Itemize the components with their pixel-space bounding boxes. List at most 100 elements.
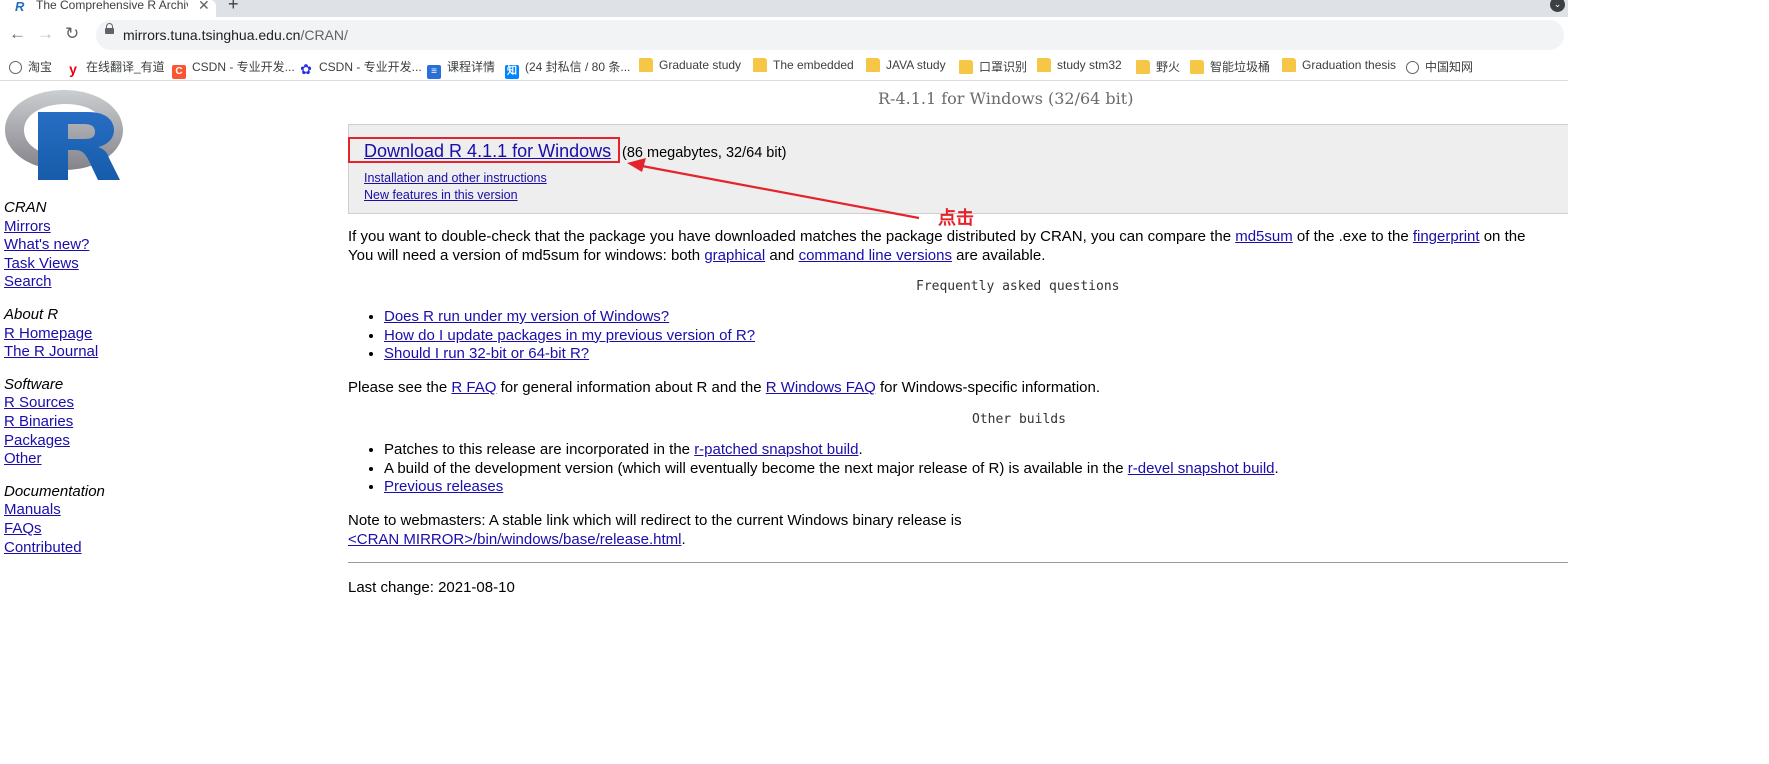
address-bar[interactable]: mirrors.tuna.tsinghua.edu.cn/CRAN/ [96, 20, 1564, 50]
faq-link-32-or-64-bit[interactable]: Should I run 32-bit or 64-bit R? [384, 345, 589, 362]
other-builds-heading: Other builds [972, 412, 1066, 427]
folder-icon [866, 58, 880, 72]
active-tab[interactable]: R The Comprehensive R Archive ✕ [0, 0, 216, 17]
sidebar-heading: Software [4, 375, 64, 393]
fingerprint-link[interactable]: fingerprint [1413, 228, 1480, 245]
bookmark-label: (24 封私信 / 80 条... [525, 60, 631, 74]
new-features-link[interactable]: New features in this version [364, 188, 518, 202]
text: If you want to double-check that the pac… [348, 228, 1236, 245]
md5sum-link[interactable]: md5sum [1235, 228, 1293, 245]
tab-close-icon[interactable]: ✕ [198, 0, 210, 14]
bookmark-csdn-1[interactable]: C CSDN - 专业开发... [172, 58, 295, 79]
browser-toolbar: ← → ↻ mirrors.tuna.tsinghua.edu.cn/CRAN/ [0, 17, 1568, 54]
sidebar-link-r-sources[interactable]: R Sources [4, 394, 204, 413]
r-patched-snapshot-link[interactable]: r-patched snapshot build [694, 441, 858, 458]
list-item: Previous releases [384, 478, 1279, 497]
list-item: Patches to this release are incorporated… [384, 441, 1279, 460]
bookmark-zhihu[interactable]: 知 (24 封私信 / 80 条... [505, 58, 631, 79]
back-arrow-icon[interactable]: ← [9, 24, 26, 44]
tab-title: The Comprehensive R Archive [36, 0, 188, 12]
r-windows-faq-link[interactable]: R Windows FAQ [766, 379, 876, 396]
list-item: How do I update packages in my previous … [384, 327, 755, 346]
bookmark-folder-graduate-study[interactable]: Graduate study [639, 58, 741, 76]
webmaster-note: Note to webmasters: A stable link which … [348, 512, 962, 549]
lock-icon[interactable] [105, 23, 114, 34]
bookmark-cnki[interactable]: 中国知网 [1406, 58, 1473, 76]
bookmark-youdao[interactable]: y 在线翻译_有道 [66, 58, 165, 76]
bookmark-folder-mask[interactable]: 口罩识别 [959, 58, 1027, 76]
text: Note to webmasters: A stable link which … [348, 512, 962, 529]
baidu-paw-icon: ✿ [300, 61, 312, 77]
sidebar-group-documentation: Documentation Manuals FAQs Contributed [4, 483, 204, 557]
faq-list: Does R run under my version of Windows? … [348, 308, 755, 364]
course-icon: ≡ [427, 65, 441, 79]
folder-icon [1136, 60, 1150, 74]
bookmark-folder-stm32[interactable]: study stm32 [1037, 58, 1122, 76]
tab-search-icon[interactable]: ⌄ [1550, 0, 1565, 12]
other-builds-list: Patches to this release are incorporated… [348, 441, 1279, 497]
folder-icon [1190, 60, 1204, 74]
new-tab-icon[interactable]: + [228, 0, 239, 15]
sidebar-link-contributed[interactable]: Contributed [4, 539, 204, 558]
r-favicon-icon: R [15, 0, 25, 14]
sidebar-link-manuals[interactable]: Manuals [4, 501, 204, 520]
sidebar-link-packages[interactable]: Packages [4, 432, 204, 451]
sidebar-nav: CRAN Mirrors What's new? Task Views Sear… [4, 199, 204, 571]
release-html-link[interactable]: <CRAN MIRROR>/bin/windows/base/release.h… [348, 531, 681, 548]
sidebar-link-faqs[interactable]: FAQs [4, 520, 204, 539]
bookmark-csdn-2[interactable]: ✿ CSDN - 专业开发... [299, 58, 422, 76]
sidebar-link-r-homepage[interactable]: R Homepage [4, 325, 204, 344]
url-text[interactable]: mirrors.tuna.tsinghua.edu.cn/CRAN/ [123, 27, 348, 43]
sidebar-link-other[interactable]: Other [4, 450, 204, 469]
sidebar-link-mirrors[interactable]: Mirrors [4, 218, 204, 237]
bookmark-label: The embedded [773, 58, 854, 72]
bookmark-taobao[interactable]: 淘宝 [9, 58, 52, 76]
sidebar-link-whats-new[interactable]: What's new? [4, 236, 204, 255]
globe-icon [9, 61, 22, 74]
browser-window: R The Comprehensive R Archive ✕ + ⌄ ← → … [0, 0, 1568, 764]
bookmark-folder-graduation-thesis[interactable]: Graduation thesis [1282, 58, 1396, 76]
r-faq-link[interactable]: R FAQ [451, 379, 496, 396]
text: for Windows-specific information. [875, 379, 1101, 396]
bookmark-label: CSDN - 专业开发... [319, 60, 422, 74]
sidebar-link-task-views[interactable]: Task Views [4, 255, 204, 274]
bookmark-folder-smart-bin[interactable]: 智能垃圾桶 [1190, 58, 1270, 76]
faq-link-windows-version[interactable]: Does R run under my version of Windows? [384, 308, 669, 325]
faq-paragraph: Please see the R FAQ for general informa… [348, 379, 1100, 396]
previous-releases-link[interactable]: Previous releases [384, 478, 503, 495]
csdn-icon: C [172, 65, 186, 79]
installation-instructions-link[interactable]: Installation and other instructions [364, 171, 547, 185]
sidebar-link-r-binaries[interactable]: R Binaries [4, 413, 204, 432]
bookmark-label: CSDN - 专业开发... [192, 60, 295, 74]
bookmark-label: study stm32 [1057, 58, 1122, 72]
folder-icon [639, 58, 653, 72]
bookmark-label: 淘宝 [28, 60, 53, 74]
r-logo[interactable] [4, 88, 124, 183]
sidebar-link-search[interactable]: Search [4, 273, 204, 292]
last-change-text: Last change: 2021-08-10 [348, 579, 515, 596]
list-item: Does R run under my version of Windows? [384, 308, 755, 327]
text: . [681, 530, 686, 548]
bookmark-folder-embedded[interactable]: The embedded [753, 58, 854, 76]
r-devel-snapshot-link[interactable]: r-devel snapshot build [1128, 460, 1275, 477]
bookmark-label: 野火 [1156, 60, 1181, 74]
url-host: mirrors.tuna.tsinghua.edu.cn [123, 27, 301, 43]
page-title: R-4.1.1 for Windows (32/64 bit) [878, 89, 1134, 108]
faq-link-update-packages[interactable]: How do I update packages in my previous … [384, 327, 755, 344]
text: for general information about R and the [496, 379, 766, 396]
command-line-versions-link[interactable]: command line versions [799, 247, 952, 264]
sidebar-link-r-journal[interactable]: The R Journal [4, 343, 204, 362]
reload-icon[interactable]: ↻ [65, 24, 79, 44]
youdao-icon: y [69, 61, 77, 77]
bookmark-folder-java[interactable]: JAVA study [866, 58, 946, 76]
forward-arrow-icon[interactable]: → [37, 24, 54, 44]
download-r-link[interactable]: Download R 4.1.1 for Windows [364, 141, 611, 162]
folder-icon [1037, 58, 1051, 72]
bookmark-course[interactable]: ≡ 课程详情 [427, 58, 496, 79]
bookmark-folder-yehuo[interactable]: 野火 [1136, 58, 1180, 76]
bookmark-label: 课程详情 [447, 60, 496, 74]
checksum-paragraph: If you want to double-check that the pac… [348, 228, 1568, 265]
graphical-link[interactable]: graphical [704, 247, 765, 264]
bookmark-label: 口罩识别 [979, 60, 1028, 74]
bookmark-label: Graduation thesis [1302, 58, 1397, 72]
